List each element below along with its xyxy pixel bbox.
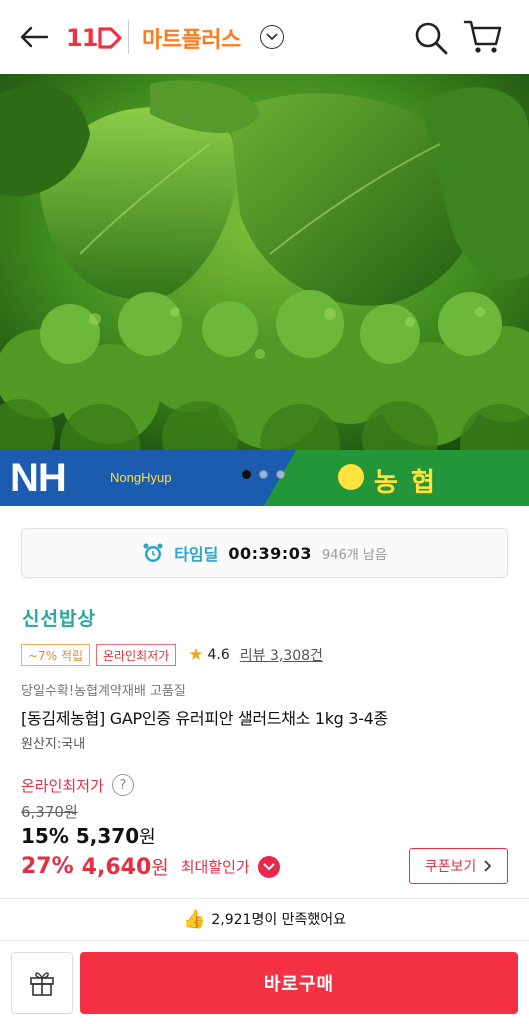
- coupon-button[interactable]: 쿠폰보기: [409, 848, 508, 884]
- logo-shape-icon: [98, 27, 123, 49]
- max-discount-price-wrap: 4,640원: [82, 853, 169, 880]
- help-icon[interactable]: ?: [111, 774, 134, 796]
- coupon-label: 쿠폰보기: [424, 859, 477, 875]
- carousel-dot[interactable]: [276, 470, 285, 479]
- timedeal-countdown: 00:39:03: [228, 543, 312, 563]
- bottom-action-bar: 바로구매: [0, 940, 529, 1024]
- top-header: 11 마트플러스: [0, 0, 529, 74]
- discount-percent: 15%: [21, 824, 69, 848]
- nh-logo: NH: [10, 456, 67, 500]
- chevron-right-icon: [484, 860, 492, 872]
- lowest-price-text: 온라인최저가: [21, 776, 104, 795]
- chevron-down-icon[interactable]: [260, 25, 284, 49]
- nh-korean-label: 농 협: [374, 468, 437, 498]
- max-discount-price: 4,640: [81, 855, 152, 880]
- nonghyup-banner: NH NongHyup 농 협: [0, 450, 529, 506]
- product-tags: ~7% 적립 온라인최저가 ★ 4.6 리뷰 3,308건: [21, 643, 323, 667]
- points-tag: ~7% 적립: [21, 644, 90, 666]
- timedeal-stock: 946개 남음: [321, 547, 387, 563]
- lowest-price-label: 온라인최저가 ?: [21, 774, 134, 796]
- section-divider: [0, 898, 529, 899]
- currency-label: 원: [151, 857, 169, 879]
- max-discount-percent: 27%: [21, 854, 74, 879]
- discount-price: 5,370: [75, 824, 140, 848]
- gift-button[interactable]: [11, 952, 73, 1014]
- star-icon: ★: [188, 645, 204, 665]
- currency-label: 원: [139, 827, 156, 848]
- header-divider: [128, 20, 129, 54]
- max-discount-row: 27% 4,640원 최대할인가: [21, 853, 280, 880]
- buy-now-button[interactable]: 바로구매: [80, 952, 518, 1014]
- 11st-logo[interactable]: 11: [66, 22, 123, 54]
- gift-icon: [30, 972, 54, 996]
- timedeal-box: 타임딜 00:39:03 946개 남음: [21, 528, 508, 578]
- discount-price-row: 15% 5,370원: [21, 823, 156, 849]
- product-title: [동김제농협] GAP인증 유러피안 샐러드채소 1kg 3-4종: [21, 709, 388, 728]
- product-origin: 원산지:국내: [21, 737, 86, 752]
- thumbs-up-icon: 👍: [182, 908, 206, 930]
- search-icon[interactable]: [413, 20, 449, 56]
- brand-title[interactable]: 마트플러스: [142, 22, 241, 54]
- carousel-dot[interactable]: [242, 470, 251, 479]
- satisfaction-banner: 👍 2,921명이 만족했어요: [0, 905, 529, 933]
- review-link[interactable]: 리뷰 3,308건: [240, 645, 323, 665]
- store-name[interactable]: 신선밥상: [22, 604, 96, 631]
- nonghyup-symbol-icon: [338, 464, 364, 490]
- back-arrow-icon[interactable]: [14, 20, 54, 54]
- original-price: 6,370원: [21, 803, 78, 821]
- carousel-indicator: [242, 470, 285, 479]
- rating-value: 4.6: [207, 647, 230, 663]
- carousel-dot[interactable]: [259, 470, 268, 479]
- alarm-clock-icon: [143, 543, 163, 562]
- chevron-down-icon[interactable]: [257, 855, 280, 878]
- cart-icon[interactable]: [463, 18, 503, 56]
- timedeal-label: 타임딜: [174, 545, 219, 564]
- satisfaction-text: 2,921명이 만족했어요: [211, 912, 347, 928]
- rating: ★ 4.6 리뷰 3,308건: [188, 645, 323, 665]
- nh-sub-label: NongHyup: [110, 470, 172, 485]
- lowest-price-tag: 온라인최저가: [96, 644, 177, 666]
- max-discount-label: 최대할인가: [180, 858, 250, 876]
- product-subtitle: 당일수확!농협계약재배 고품질: [21, 684, 186, 699]
- product-image[interactable]: [0, 74, 529, 450]
